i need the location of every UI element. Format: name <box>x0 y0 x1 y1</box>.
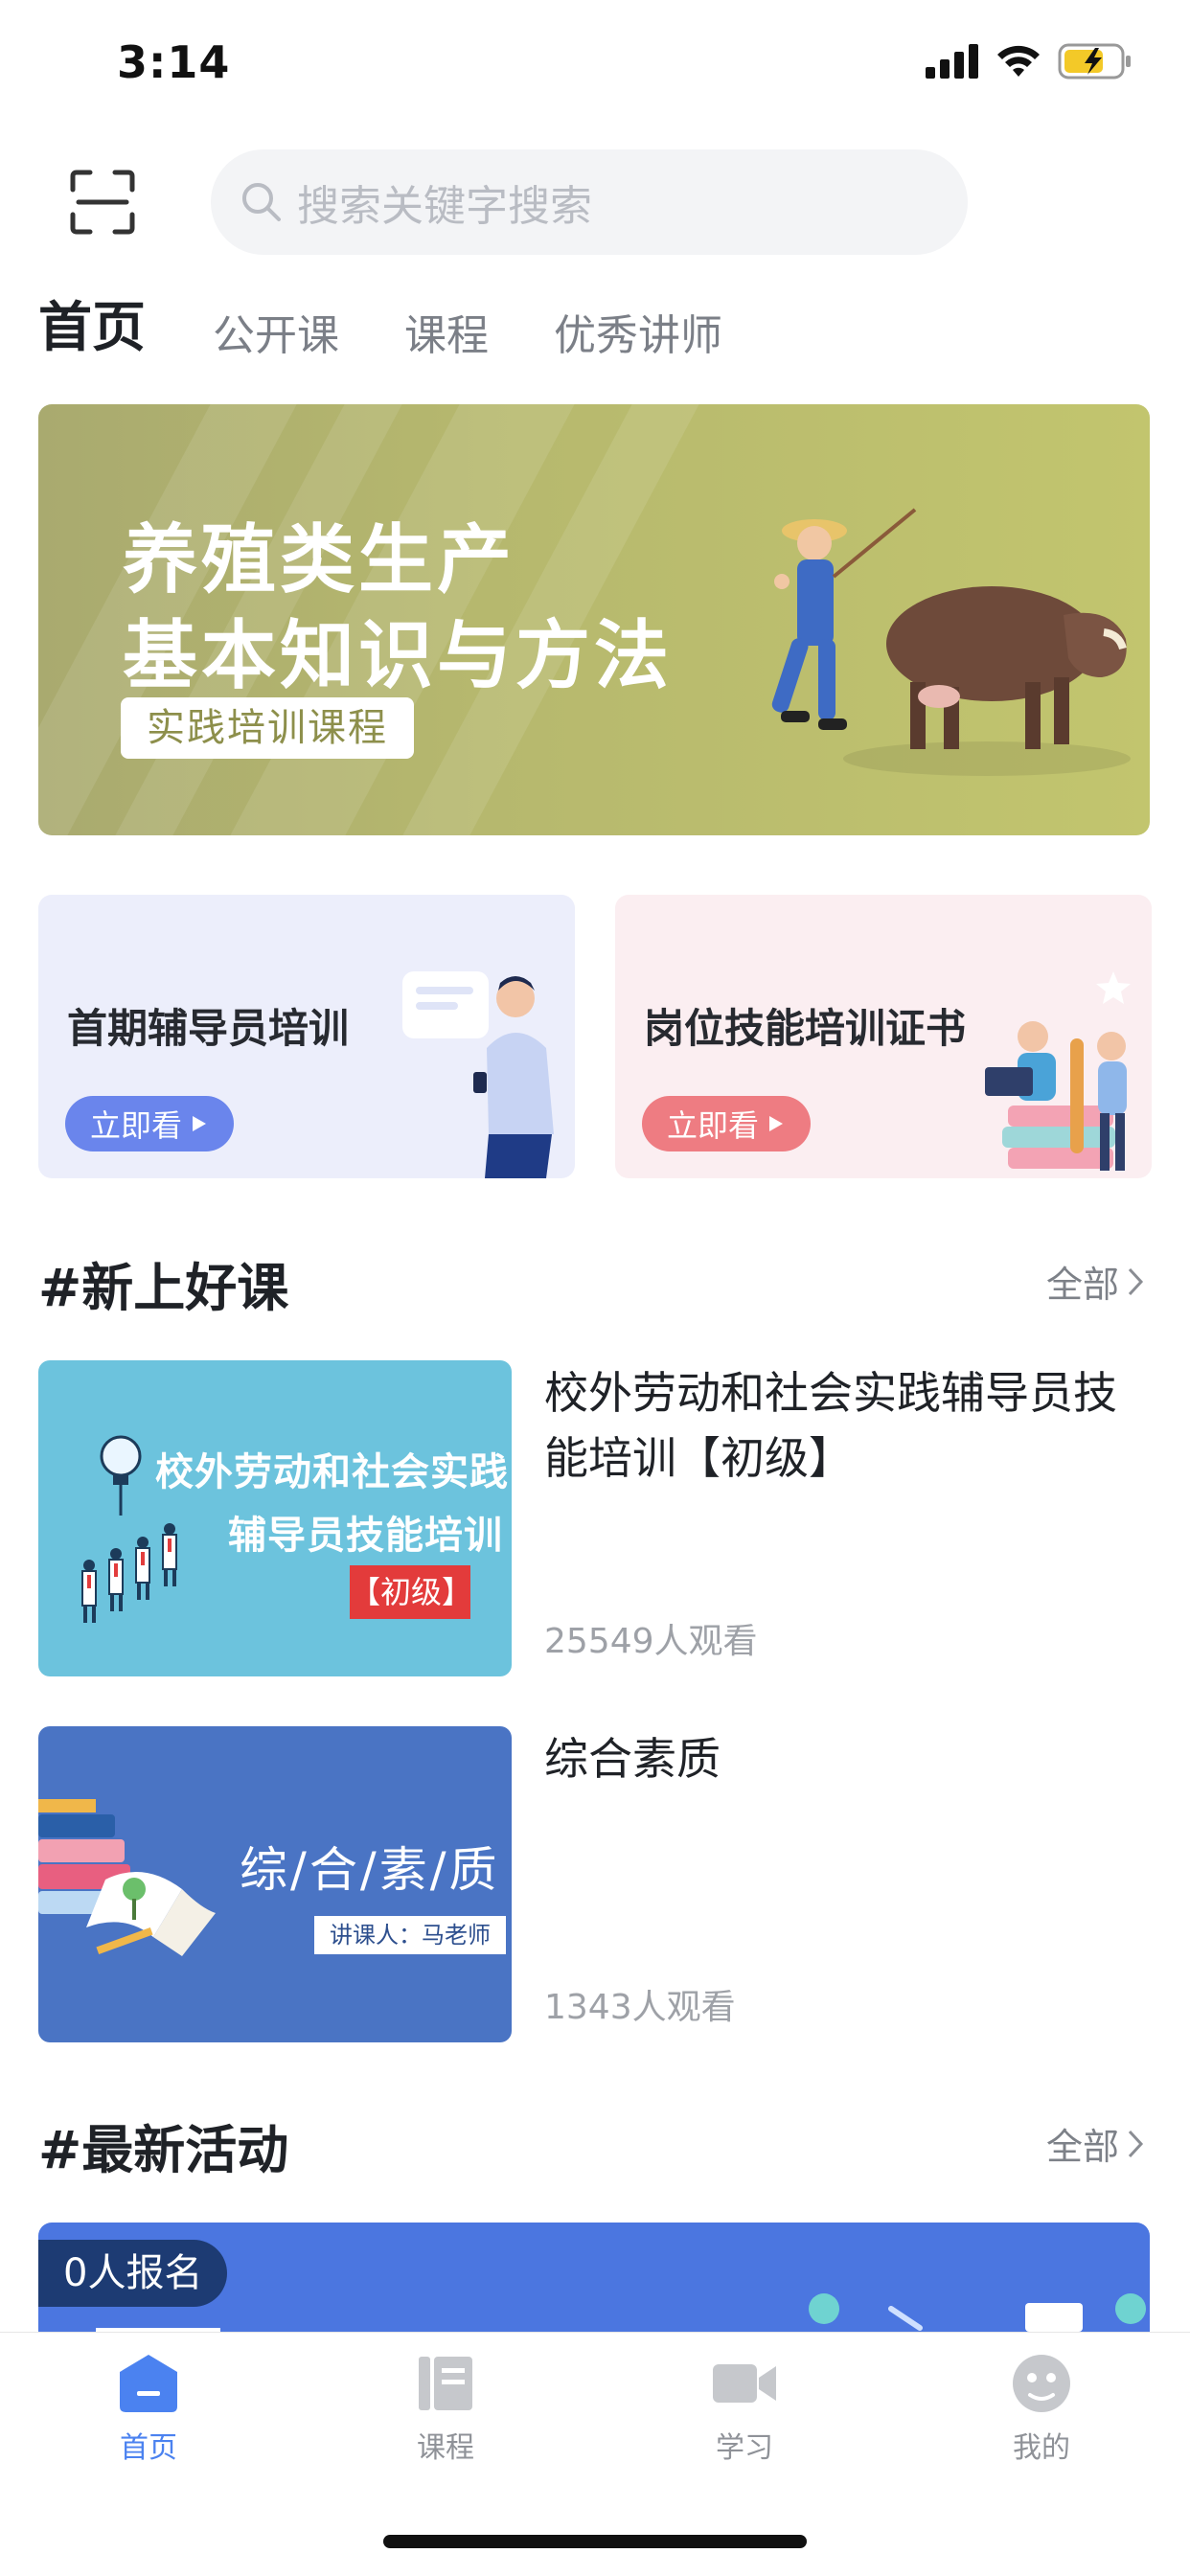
banner-tag: 实践培训课程 <box>121 697 414 759</box>
nav-label: 课程 <box>417 2431 474 2465</box>
play-triangle-icon <box>769 1116 784 1131</box>
farmer-with-cow-illustration <box>771 508 1131 776</box>
nav-label: 学习 <box>716 2431 773 2465</box>
card-title: 首期辅导员培训 <box>67 1005 350 1052</box>
banner-title-line2: 基本知识与方法 <box>123 613 674 699</box>
section-title-new-courses: #新上好课 <box>38 1258 289 1318</box>
new-courses-see-all-button[interactable]: 全部 <box>1046 1255 1144 1308</box>
tab-courses[interactable]: 课程 <box>404 301 489 362</box>
nav-profile[interactable]: 我的 <box>946 2353 1137 2466</box>
play-triangle-icon <box>193 1116 207 1131</box>
status-icons <box>926 42 1133 80</box>
banner-title-line1: 养殖类生产 <box>123 517 516 604</box>
course-thumbnail[interactable]: 综/合/素/质 讲课人：马老师 <box>38 1726 512 2042</box>
home-icon <box>120 2355 177 2412</box>
video-camera-icon <box>713 2364 776 2403</box>
scan-button[interactable] <box>69 169 136 236</box>
search-input[interactable]: 搜索关键字搜索 <box>211 149 968 255</box>
hero-banner[interactable]: 养殖类生产 基本知识与方法 实践培训课程 <box>38 404 1150 835</box>
thumb-title: 综/合/素/质 <box>240 1842 500 1898</box>
thumb-text-line1: 校外劳动和社会实践 <box>155 1450 509 1494</box>
books-illustration <box>38 1799 216 1956</box>
section-title-latest-activities: #最新活动 <box>38 2120 289 2180</box>
man-with-phone-illustration <box>402 971 554 1178</box>
thumb-text-line2: 辅导员技能培训 <box>228 1514 503 1558</box>
cellular-signal-icon <box>926 44 978 79</box>
chevron-right-icon <box>1128 2130 1144 2157</box>
enroll-count-badge: 0人报名 <box>38 2240 228 2307</box>
profile-icon <box>1013 2355 1070 2412</box>
tab-home[interactable]: 首页 <box>38 285 146 362</box>
scan-icon <box>70 170 135 235</box>
nav-home[interactable]: 首页 <box>53 2353 244 2466</box>
watch-now-label: 立即看 <box>667 1107 760 1144</box>
see-all-label: 全部 <box>1045 1264 1119 1306</box>
people-on-books-illustration <box>985 971 1131 1171</box>
nav-label: 首页 <box>120 2431 177 2465</box>
watch-now-button[interactable]: 立即看 <box>65 1096 234 1151</box>
home-indicator <box>383 2535 807 2548</box>
activity-decoration <box>809 2293 1146 2332</box>
card-skill-certificate[interactable]: 岗位技能培训证书 立即看 <box>615 895 1152 1178</box>
tab-lecturers[interactable]: 优秀讲师 <box>554 301 722 362</box>
search-placeholder: 搜索关键字搜索 <box>297 182 592 231</box>
card-instructor-training[interactable]: 首期辅导员培训 立即看 <box>38 895 575 1178</box>
chevron-right-icon <box>1128 1267 1144 1295</box>
wifi-icon <box>997 45 1040 77</box>
watch-now-button[interactable]: 立即看 <box>642 1096 811 1151</box>
course-title[interactable]: 校外劳动和社会实践辅导员技能培训【初级】 <box>544 1360 1157 1491</box>
thumb-lecturer: 讲课人：马老师 <box>314 1916 506 1954</box>
status-time: 3:14 <box>117 36 231 88</box>
card-title: 岗位技能培训证书 <box>644 1005 967 1052</box>
nav-courses[interactable]: 课程 <box>350 2353 541 2466</box>
nav-label: 我的 <box>1013 2431 1070 2465</box>
search-icon <box>242 183 281 221</box>
course-thumbnail[interactable]: 校外劳动和社会实践 辅导员技能培训 【初级】 <box>38 1360 512 1676</box>
activities-see-all-button[interactable]: 全部 <box>1046 2117 1144 2170</box>
course-view-count: 25549人观看 <box>544 1622 758 1661</box>
nav-study[interactable]: 学习 <box>649 2353 840 2466</box>
see-all-label: 全部 <box>1045 2126 1119 2168</box>
thumb-badge: 【初级】 <box>350 1565 472 1619</box>
battery-charging-icon <box>1058 43 1131 80</box>
book-icon <box>419 2357 472 2410</box>
top-tabs: 首页 公开课 课程 优秀讲师 <box>38 295 788 362</box>
course-title[interactable]: 综合素质 <box>544 1726 1157 1791</box>
course-view-count: 1343人观看 <box>544 1988 736 2027</box>
watch-now-label: 立即看 <box>90 1107 183 1144</box>
tab-open-courses[interactable]: 公开课 <box>213 301 339 362</box>
